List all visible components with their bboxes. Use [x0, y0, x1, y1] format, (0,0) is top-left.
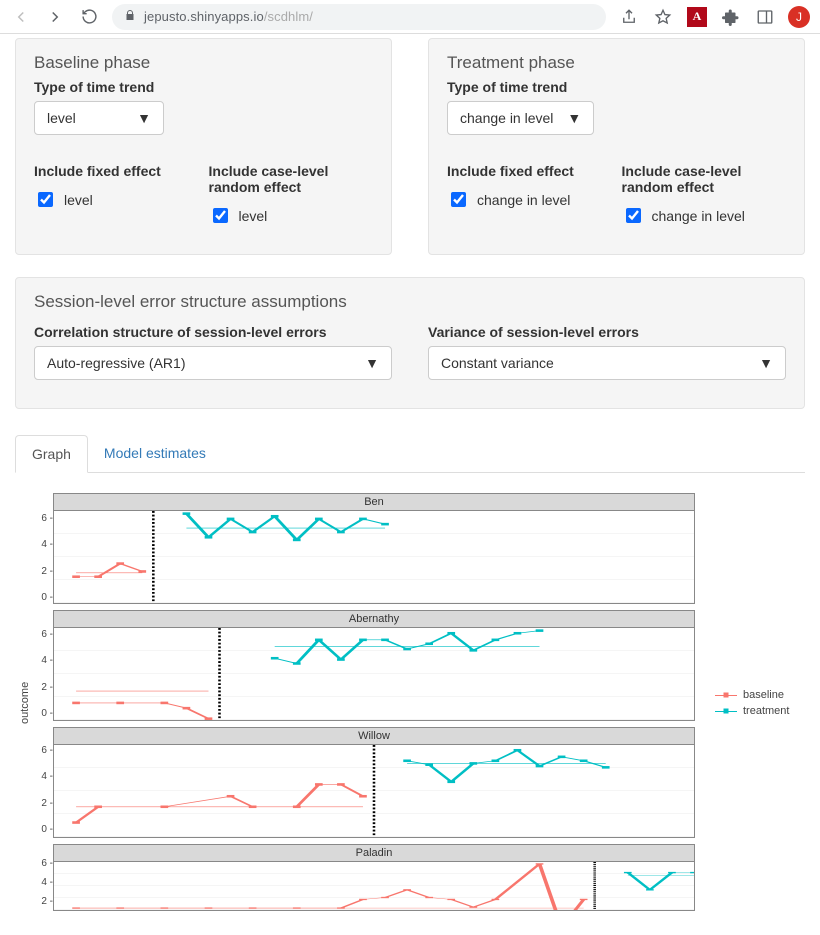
treatment-trend-select[interactable]: change in level ▼ — [447, 101, 594, 135]
facet-grid: Ben Abernathy Willow Paladin — [53, 493, 695, 913]
facet-ben: Ben — [53, 493, 695, 604]
baseline-fixed-level-text: level — [64, 192, 93, 208]
facet-abernathy: Abernathy — [53, 610, 695, 721]
legend-swatch-treatment — [715, 706, 737, 716]
caret-down-icon: ▼ — [759, 355, 773, 371]
baseline-panel: Baseline phase Type of time trend level … — [15, 38, 392, 255]
var-select[interactable]: Constant variance ▼ — [428, 346, 786, 380]
treatment-fixed-cb-text: change in level — [477, 192, 570, 208]
baseline-random-level-text: level — [239, 208, 268, 224]
baseline-title: Baseline phase — [34, 53, 373, 73]
share-icon[interactable] — [618, 6, 640, 28]
results-tabstrip: Graph Model estimates — [15, 435, 805, 473]
chart-area: outcome 0 -2 -4 -6 -0 -2 -4 -6 -0 -2 -4 … — [0, 473, 820, 913]
tab-model-estimates[interactable]: Model estimates — [88, 435, 222, 472]
treatment-panel: Treatment phase Type of time trend chang… — [428, 38, 805, 255]
caret-down-icon: ▼ — [365, 355, 379, 371]
error-structure-panel: Session-level error structure assumption… — [15, 277, 805, 409]
reload-button[interactable] — [78, 6, 100, 28]
facet-strip: Willow — [54, 728, 694, 745]
baseline-trend-label: Type of time trend — [34, 79, 373, 95]
acrobat-extension-icon[interactable]: A — [686, 6, 708, 28]
baseline-random-level-checkbox[interactable] — [213, 208, 228, 223]
y-axis-label: outcome — [15, 493, 35, 913]
error-title: Session-level error structure assumption… — [34, 292, 786, 312]
caret-down-icon: ▼ — [137, 110, 151, 126]
baseline-fixed-level-checkbox[interactable] — [38, 192, 53, 207]
facet-strip: Paladin — [54, 845, 694, 862]
profile-avatar[interactable]: J — [788, 6, 810, 28]
treatment-random-cb-text: change in level — [652, 208, 745, 224]
url-text: jepusto.shinyapps.io/scdhlm/ — [144, 9, 313, 24]
corr-select[interactable]: Auto-regressive (AR1) ▼ — [34, 346, 392, 380]
tab-graph[interactable]: Graph — [15, 435, 88, 473]
caret-down-icon: ▼ — [567, 110, 581, 126]
treatment-title: Treatment phase — [447, 53, 786, 73]
legend: baseline treatment — [715, 685, 805, 721]
baseline-fixed-label: Include fixed effect — [34, 163, 199, 179]
facet-strip: Ben — [54, 494, 694, 511]
lock-icon — [124, 9, 136, 24]
extensions-icon[interactable] — [720, 6, 742, 28]
treatment-random-label: Include case-level random effect — [622, 163, 787, 195]
var-label: Variance of session-level errors — [428, 324, 786, 340]
browser-toolbar: jepusto.shinyapps.io/scdhlm/ A J — [0, 0, 820, 34]
address-bar[interactable]: jepusto.shinyapps.io/scdhlm/ — [112, 4, 606, 30]
facet-paladin: Paladin — [53, 844, 695, 911]
treatment-fixed-cb[interactable] — [451, 192, 466, 207]
treatment-fixed-label: Include fixed effect — [447, 163, 612, 179]
forward-button[interactable] — [44, 6, 66, 28]
legend-treatment: treatment — [715, 705, 805, 717]
treatment-random-cb[interactable] — [626, 208, 641, 223]
baseline-random-label: Include case-level random effect — [209, 163, 374, 195]
baseline-trend-select[interactable]: level ▼ — [34, 101, 164, 135]
treatment-trend-label: Type of time trend — [447, 79, 786, 95]
star-icon[interactable] — [652, 6, 674, 28]
facet-willow: Willow — [53, 727, 695, 838]
side-panel-icon[interactable] — [754, 6, 776, 28]
legend-baseline: baseline — [715, 689, 805, 701]
back-button[interactable] — [10, 6, 32, 28]
corr-label: Correlation structure of session-level e… — [34, 324, 392, 340]
facet-strip: Abernathy — [54, 611, 694, 628]
legend-swatch-baseline — [715, 690, 737, 700]
